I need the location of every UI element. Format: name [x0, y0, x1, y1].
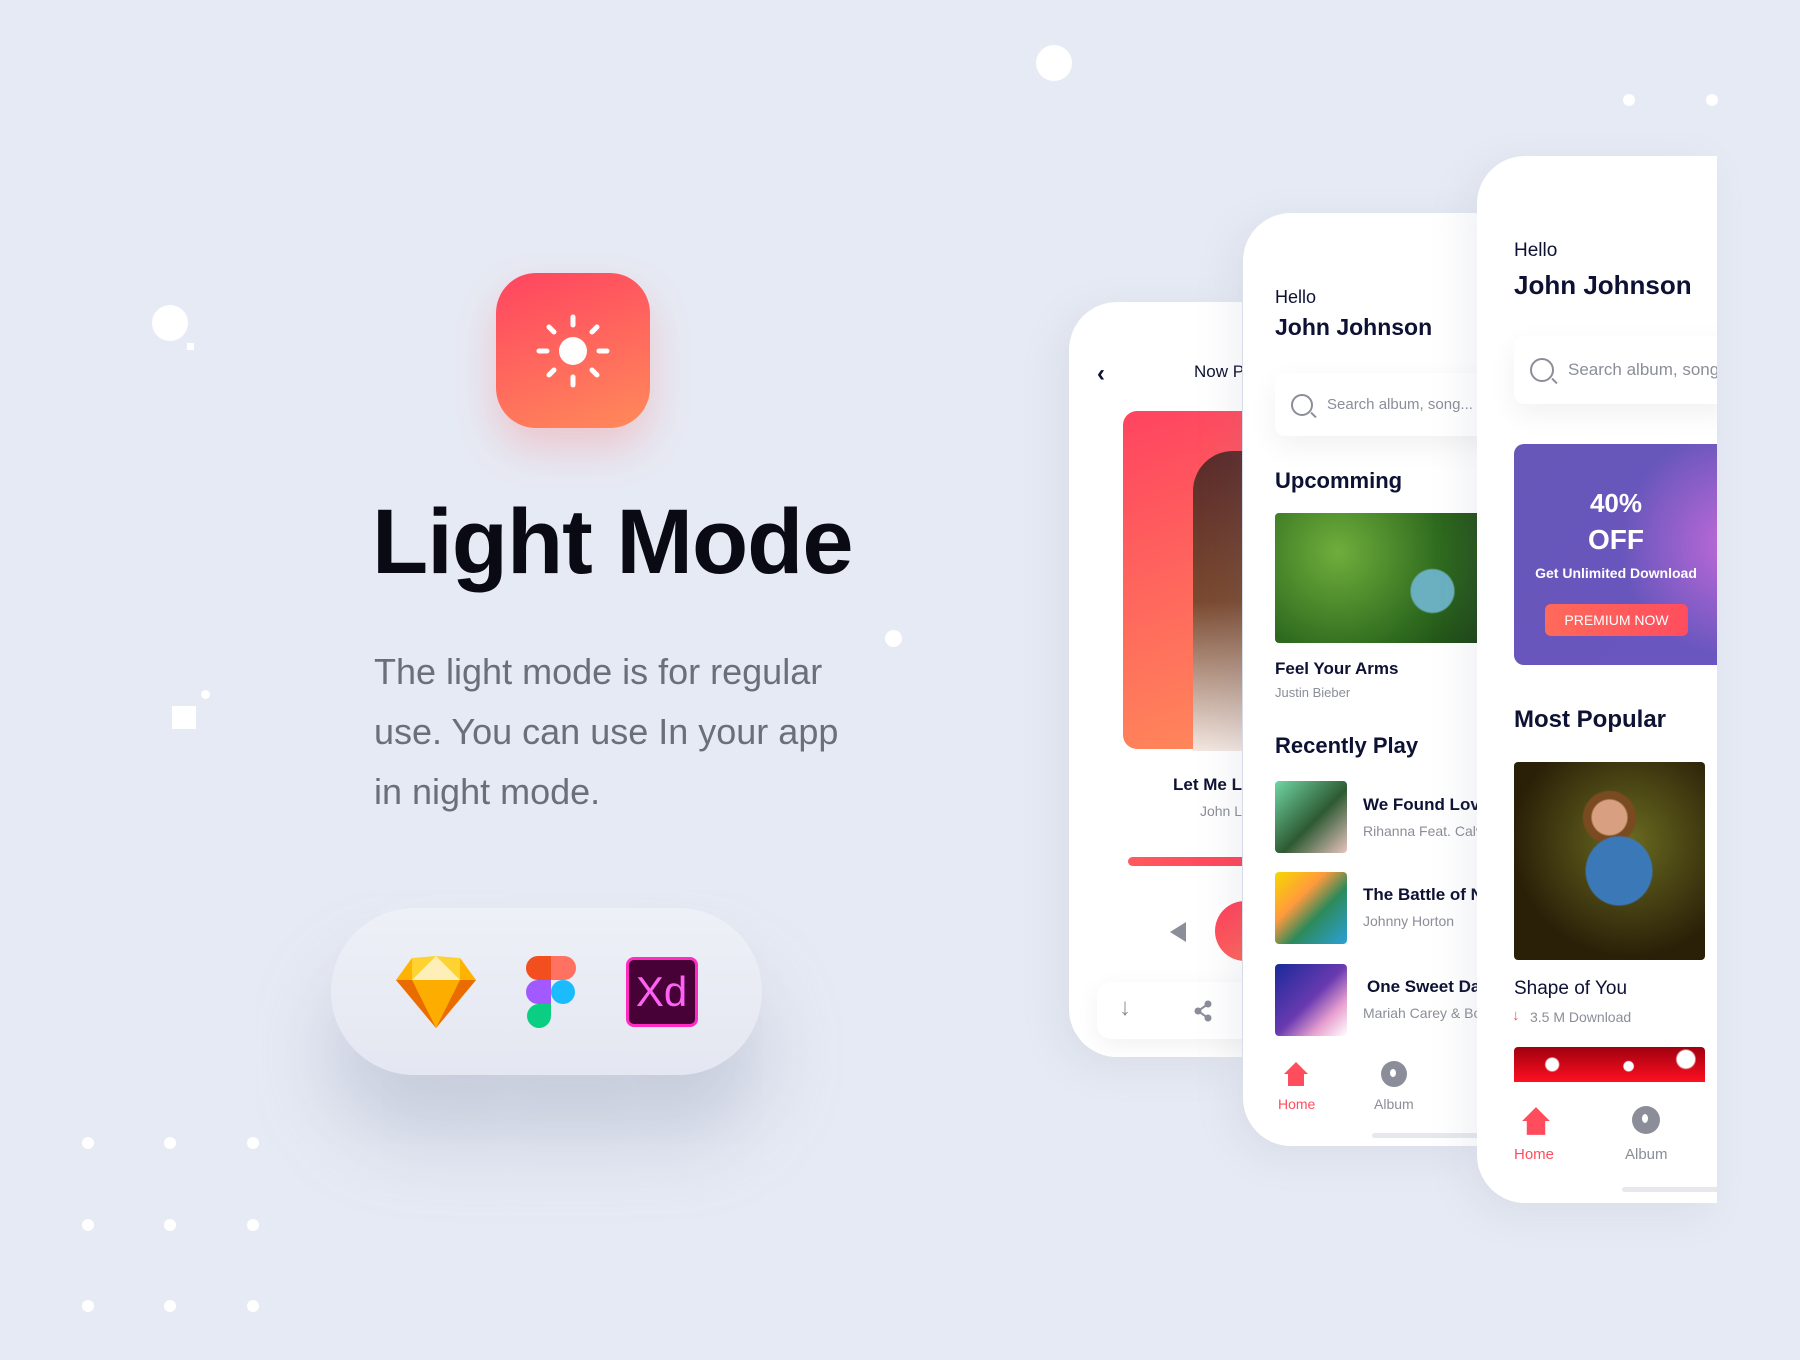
nav-home-label[interactable]: Home	[1514, 1146, 1554, 1163]
promo-percent: 40%	[1589, 488, 1643, 518]
app-icon	[496, 273, 650, 428]
nav-album-label[interactable]: Album	[1374, 1096, 1414, 1112]
now-playing-header: Now P	[1194, 362, 1242, 381]
search-icon	[1291, 393, 1313, 416]
action-bar: ↓	[1097, 982, 1242, 1039]
song-title: Let Me L	[1173, 775, 1242, 794]
album-art	[1123, 411, 1242, 751]
home-indicator	[1372, 1133, 1477, 1138]
adobe-xd-logo: Xd	[625, 956, 698, 1027]
recent-thumb[interactable]	[1275, 964, 1347, 1036]
download-icon[interactable]: ↓	[1119, 994, 1131, 1022]
upcoming-title[interactable]: Feel Your Arms	[1275, 659, 1398, 679]
back-icon[interactable]: ‹	[1097, 360, 1105, 388]
figma-logo	[525, 955, 576, 1028]
search-placeholder: Search album, song...	[1327, 396, 1473, 413]
page-title: Light Mode	[372, 491, 854, 593]
sun-icon	[536, 314, 610, 387]
nav-home[interactable]	[1521, 1106, 1551, 1141]
decor-dot	[82, 1137, 94, 1149]
download-arrow-icon: ↓	[1512, 1007, 1520, 1024]
promo-card: 40% OFF Get Unlimited Download PREMIUM N…	[1514, 444, 1717, 665]
user-name: John Johnson	[1514, 270, 1692, 300]
popular-title[interactable]: Shape of You	[1514, 978, 1627, 1000]
recent-artist: Johnny Horton	[1363, 913, 1455, 929]
nav-album-label[interactable]: Album	[1625, 1146, 1668, 1163]
search-placeholder: Search album, song...	[1568, 360, 1717, 379]
recent-artist: Rihanna Feat. Calvi	[1363, 823, 1477, 839]
search-input[interactable]: Search album, song...	[1514, 336, 1717, 404]
popular-image-next[interactable]	[1514, 1047, 1705, 1082]
user-name: John Johnson	[1275, 314, 1433, 340]
share-icon[interactable]	[1193, 1000, 1213, 1022]
design-tools-pill: Xd	[331, 908, 762, 1075]
phone-home-1: Hello John Johnson Search album, song...…	[1243, 213, 1477, 1146]
decor-dot	[247, 1219, 259, 1231]
home-icon	[1522, 1107, 1550, 1135]
popular-image[interactable]	[1514, 762, 1705, 960]
phone-now-playing: ‹ Now P Let Me L John L ↓	[1069, 302, 1242, 1057]
progress-bar[interactable]	[1128, 857, 1242, 866]
album-icon[interactable]	[1632, 1106, 1660, 1134]
previous-icon[interactable]	[1170, 922, 1186, 942]
decor-dot	[82, 1300, 94, 1312]
play-pause-button[interactable]	[1215, 901, 1242, 961]
section-title-upcoming: Upcomming	[1275, 468, 1403, 493]
section-title-most-popular: Most Popular	[1514, 706, 1667, 733]
decor-dot	[164, 1300, 176, 1312]
upcoming-artist: Justin Bieber	[1275, 685, 1351, 700]
promo-off: OFF	[1588, 524, 1644, 555]
recent-title[interactable]: We Found Love	[1363, 795, 1477, 815]
recent-artist: Mariah Carey & Boy	[1363, 1005, 1477, 1021]
decor-dot	[885, 630, 902, 647]
home-indicator	[1622, 1187, 1717, 1192]
popular-downloads: 3.5 M Download	[1530, 1009, 1632, 1025]
recent-title[interactable]: The Battle of Ne	[1363, 885, 1477, 905]
nav-home-label[interactable]: Home	[1278, 1096, 1315, 1112]
recent-title[interactable]: One Sweet Day	[1367, 977, 1477, 997]
recent-thumb[interactable]	[1275, 781, 1347, 853]
decor-dot	[164, 1137, 176, 1149]
decor-dot	[1623, 94, 1635, 106]
decor-dot	[152, 305, 188, 341]
recent-thumb[interactable]	[1275, 872, 1347, 944]
decor-square	[172, 706, 196, 729]
decor-dot	[1706, 94, 1718, 106]
decor-dot	[1036, 45, 1072, 81]
home-icon	[1284, 1062, 1308, 1086]
decor-dot	[247, 1137, 259, 1149]
decor-dot	[201, 690, 210, 699]
decor-dot	[82, 1219, 94, 1231]
search-input[interactable]: Search album, song...	[1275, 373, 1477, 436]
page-description: The light mode is for regular use. You c…	[374, 651, 839, 812]
decor-dot	[247, 1300, 259, 1312]
upcoming-image[interactable]	[1275, 513, 1477, 643]
nav-home[interactable]	[1283, 1061, 1309, 1092]
greeting: Hello	[1514, 240, 1558, 261]
search-icon	[1530, 358, 1554, 382]
phone-home-2: Hello John Johnson Search album, song...…	[1477, 156, 1717, 1203]
section-title-recently-play: Recently Play	[1275, 733, 1419, 758]
xd-text: Xd	[635, 967, 688, 1015]
premium-now-button[interactable]: PREMIUM NOW	[1545, 604, 1688, 636]
album-icon[interactable]	[1381, 1061, 1407, 1087]
song-artist: John L	[1199, 803, 1242, 819]
promo-subtitle: Get Unlimited Download	[1535, 565, 1697, 581]
decor-dot	[164, 1219, 176, 1231]
decor-square	[187, 343, 194, 350]
sketch-logo	[395, 955, 476, 1028]
greeting: Hello	[1275, 287, 1317, 307]
